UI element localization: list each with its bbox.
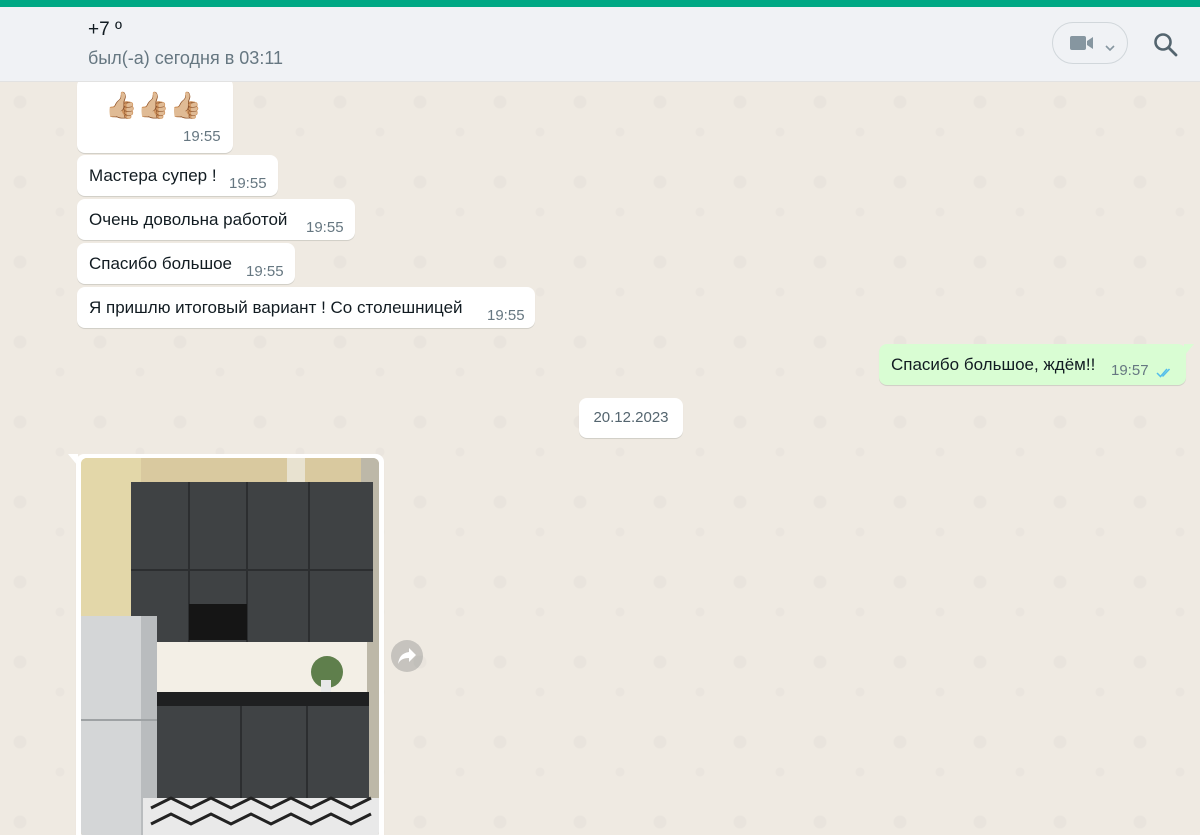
bubble-tail xyxy=(1184,344,1194,356)
chat-header: +7 º был(-а) сегодня в 03:11 xyxy=(0,7,1200,82)
message-time: 19:55 xyxy=(487,307,525,324)
double-check-read-icon xyxy=(1156,364,1174,384)
top-accent-bar xyxy=(0,0,1200,7)
message-text: 👍🏼👍🏼👍🏼 xyxy=(105,90,203,120)
message-bubble[interactable]: Я пришлю итоговый вариант ! Со столешниц… xyxy=(77,287,535,328)
message-text: Мастера супер ! xyxy=(89,166,217,185)
message-text: Спасибо большое xyxy=(89,254,232,273)
message-bubble[interactable]: Мастера супер ! 19:55 xyxy=(77,155,278,196)
chevron-down-icon xyxy=(1105,39,1115,57)
message-time: 19:55 xyxy=(246,263,284,280)
date-separator: 20.12.2023 xyxy=(579,398,683,438)
message-time: 19:57 xyxy=(1111,362,1149,379)
message-bubble[interactable]: 👍🏼👍🏼👍🏼 19:55 xyxy=(77,82,233,153)
message-time: 19:55 xyxy=(306,219,344,236)
kitchen-photo[interactable] xyxy=(81,458,379,835)
message-time: 19:55 xyxy=(183,128,221,145)
message-time: 19:55 xyxy=(229,175,267,192)
message-text: Я пришлю итоговый вариант ! Со столешниц… xyxy=(89,298,463,317)
search-icon[interactable] xyxy=(1153,32,1179,63)
image-message[interactable] xyxy=(76,454,384,835)
message-text: Спасибо большое, ждём!! xyxy=(891,355,1096,374)
forward-button[interactable] xyxy=(391,640,423,672)
message-bubble[interactable]: Очень довольна работой 19:55 xyxy=(77,199,355,240)
chat-area[interactable]: 👍🏼👍🏼👍🏼 19:55 Мастера супер ! 19:55 Очень… xyxy=(0,82,1200,835)
message-text: Очень довольна работой xyxy=(89,210,288,229)
contact-name[interactable]: +7 º xyxy=(88,19,122,41)
forward-icon xyxy=(398,648,416,664)
message-bubble[interactable]: Спасибо большое 19:55 xyxy=(77,243,295,284)
contact-last-seen: был(-а) сегодня в 03:11 xyxy=(88,48,284,68)
message-bubble-outgoing[interactable]: Спасибо большое, ждём!! 19:57 xyxy=(879,344,1186,385)
video-call-button[interactable] xyxy=(1052,22,1128,64)
video-camera-icon xyxy=(1069,34,1095,57)
